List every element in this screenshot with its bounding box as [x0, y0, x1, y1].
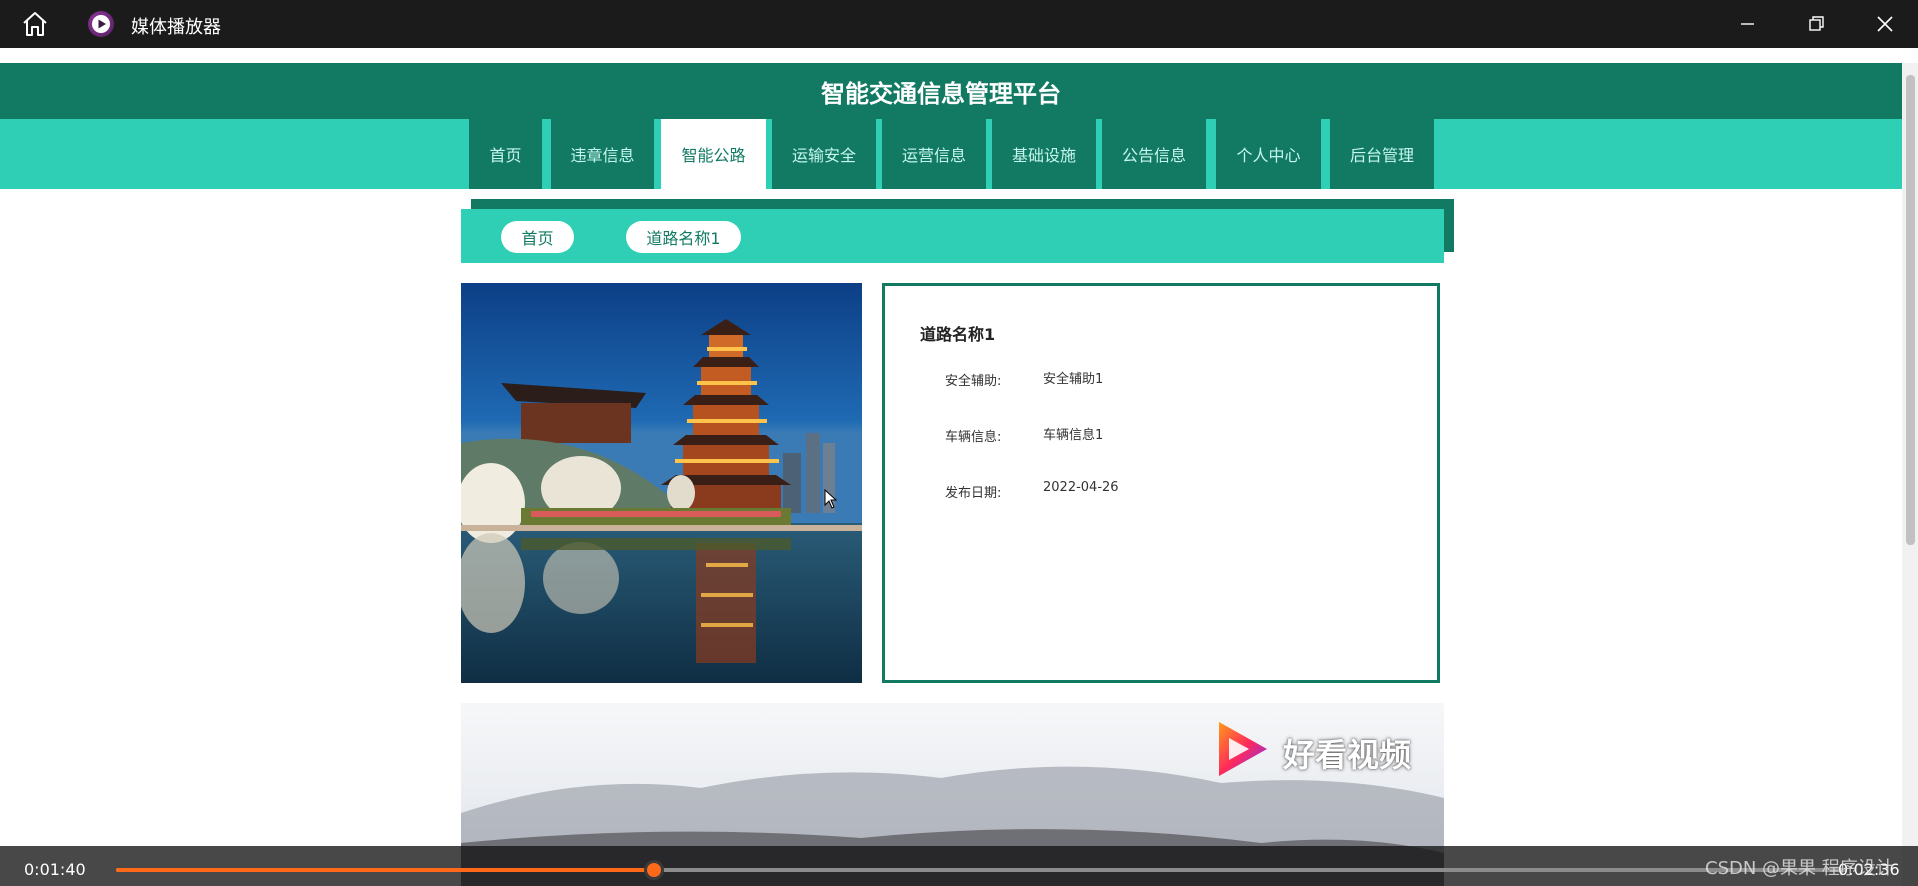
- road-photo: [461, 283, 862, 683]
- nav-item-smart-highway[interactable]: 智能公路: [661, 119, 766, 189]
- window-title: 媒体播放器: [131, 17, 221, 38]
- minimize-icon[interactable]: [1735, 12, 1759, 36]
- close-icon[interactable]: [1873, 12, 1897, 36]
- detail-value-vehicle-info: 车辆信息1: [1043, 428, 1104, 443]
- csdn-watermark: CSDN @果果 程序设计: [1705, 858, 1894, 879]
- haokan-video-text: 好看视频: [1283, 736, 1412, 774]
- seek-bar-progress: [116, 868, 655, 872]
- player-controls: 0:01:40 0:02:36: [0, 846, 1918, 886]
- haokan-video-logo-icon: [1215, 718, 1271, 780]
- nav-item-announcements[interactable]: 公告信息: [1102, 119, 1206, 189]
- page-scrollbar[interactable]: [1902, 63, 1918, 886]
- detail-label-vehicle-info: 车辆信息:: [945, 430, 1002, 445]
- nav-item-operations[interactable]: 运营信息: [882, 119, 986, 189]
- detail-value-publish-date: 2022-04-26: [1043, 480, 1119, 495]
- road-detail-card: 道路名称1 安全辅助: 安全辅助1 车辆信息: 车辆信息1 发布日期: 2022…: [882, 283, 1440, 683]
- nav-item-admin[interactable]: 后台管理: [1330, 119, 1434, 189]
- seek-thumb[interactable]: [644, 860, 665, 880]
- nav-item-infrastructure[interactable]: 基础设施: [992, 119, 1096, 189]
- breadcrumb-current[interactable]: 道路名称1: [626, 221, 741, 253]
- breadcrumb-home[interactable]: 首页: [501, 221, 574, 253]
- site-title: 智能交通信息管理平台: [821, 80, 1061, 108]
- window-titlebar: 媒体播放器: [0, 0, 1918, 48]
- detail-label-publish-date: 发布日期:: [945, 486, 1002, 501]
- nav-item-violations[interactable]: 违章信息: [551, 119, 654, 189]
- video-top-gap: [0, 48, 1918, 63]
- main-nav: 首页 违章信息 智能公路 运输安全 运营信息 基础设施 公告信息 个人中心 后台…: [0, 119, 1902, 189]
- current-time: 0:01:40: [24, 860, 86, 879]
- detail-label-safety-assist: 安全辅助:: [945, 374, 1002, 389]
- nav-item-transport-safety[interactable]: 运输安全: [772, 119, 876, 189]
- media-player-app-icon: [88, 11, 114, 37]
- breadcrumb: 首页 道路名称1: [461, 209, 1444, 263]
- nav-item-personal-center[interactable]: 个人中心: [1216, 119, 1321, 189]
- restore-icon[interactable]: [1804, 12, 1828, 36]
- site-header: 智能交通信息管理平台: [0, 63, 1902, 119]
- detail-value-safety-assist: 安全辅助1: [1043, 372, 1104, 387]
- mouse-cursor-icon: [824, 489, 838, 509]
- detail-title: 道路名称1: [920, 325, 996, 344]
- scrollbar-thumb[interactable]: [1906, 75, 1915, 545]
- seek-bar[interactable]: [116, 860, 1846, 880]
- home-icon[interactable]: [20, 10, 50, 38]
- nav-item-home[interactable]: 首页: [469, 119, 542, 189]
